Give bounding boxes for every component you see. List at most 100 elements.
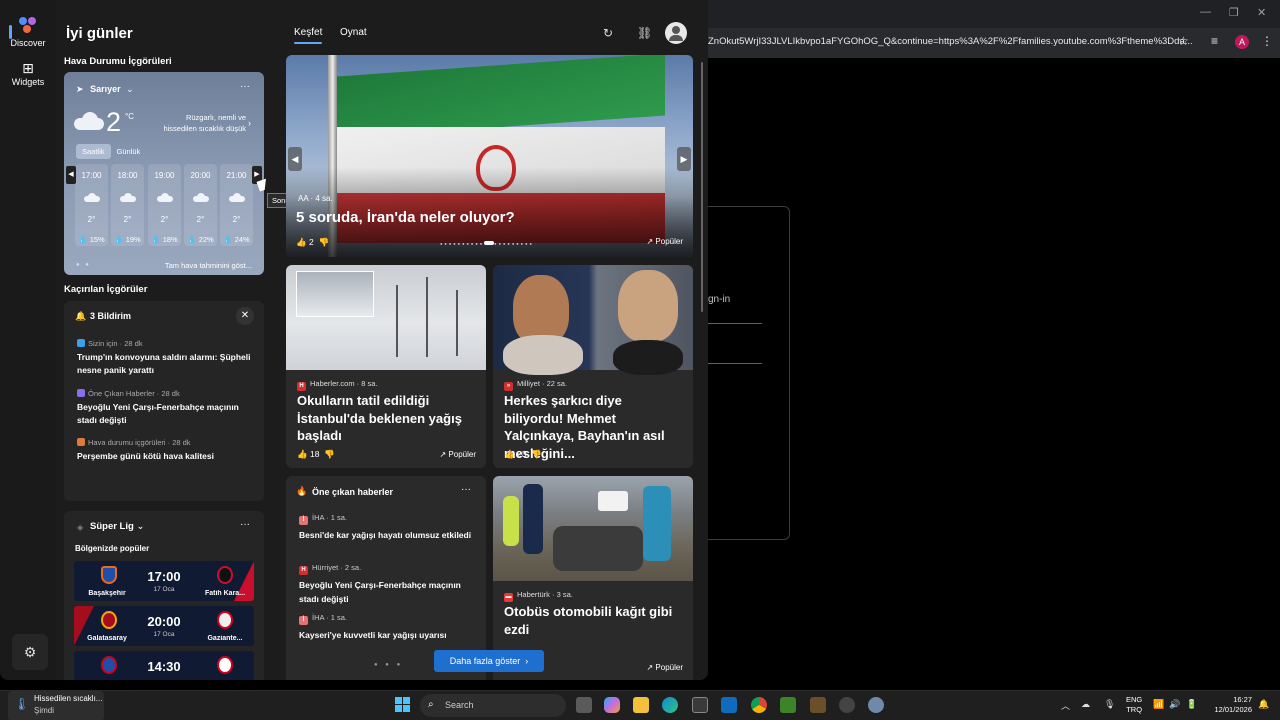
tray-chevron-icon[interactable]: ︿: [1061, 699, 1070, 712]
chevron-down-icon: ⌄: [126, 84, 134, 94]
link-icon[interactable]: ⛓: [637, 26, 652, 40]
notification-item[interactable]: Öne Çıkan Haberler · 28 dk Beyoğlu Yeni …: [77, 389, 257, 427]
refresh-icon[interactable]: ↻: [603, 26, 613, 40]
minecraft-icon[interactable]: [780, 697, 796, 713]
news-reactions[interactable]: 👍 18 👎: [297, 449, 335, 460]
league-title[interactable]: Süper Lig ⌄: [90, 521, 144, 532]
notifications-heading: 3 Bildirim: [90, 311, 132, 321]
profile-avatar[interactable]: A: [1235, 35, 1249, 49]
news-reactions[interactable]: 👍 23 👎: [504, 449, 542, 460]
show-more-button[interactable]: Daha fazla göster ›: [434, 650, 544, 672]
notification-title: Perşembe günü kötü hava kalitesi: [77, 451, 214, 461]
volume-icon[interactable]: 🔊: [1169, 699, 1180, 710]
wifi-icon[interactable]: 📶: [1153, 699, 1164, 710]
minimize-icon[interactable]: —: [1200, 6, 1211, 18]
hour-time: 18:00: [117, 171, 138, 180]
taskbar-search[interactable]: ⌕ Search: [420, 694, 566, 717]
trending-badge: ↗ Popüler: [439, 450, 476, 459]
reading-list-icon[interactable]: ≡: [1211, 34, 1218, 48]
notification-item[interactable]: Hava durumu içgörüleri · 28 dk Perşembe …: [77, 438, 257, 463]
tree: [456, 290, 458, 356]
edge-icon[interactable]: [662, 697, 678, 713]
source-icon: ▬: [504, 593, 513, 602]
input-language[interactable]: ENG TRQ: [1126, 695, 1142, 715]
top-news-item[interactable]: H Hürriyet · 2 sa. Beyoğlu Yeni Çarşı-Fen…: [299, 563, 479, 606]
weather-card[interactable]: ➤ Sarıyer ⌄ ··· 2 °C Rüzgarlı, nemli ve …: [64, 72, 264, 275]
top-news-item[interactable]: İ İHA · 1 sa. Besni'de kar yağışı hayatı …: [299, 513, 479, 542]
restore-icon[interactable]: ❐: [1229, 6, 1239, 19]
rail-widgets[interactable]: ⊞ Widgets: [0, 60, 56, 87]
top-news-item[interactable]: İ İHA · 1 sa. Kayseri'ye kuvvetli kar yağ…: [299, 613, 479, 642]
match-row[interactable]: Başakşehir 17:00 17 Oca Fatih Kara...: [74, 561, 254, 601]
tab-kesfet[interactable]: Keşfet: [294, 27, 323, 44]
weather-section-title: Hava Durumu İçgörüleri: [64, 56, 172, 67]
bookmark-star-icon[interactable]: ☆: [1178, 34, 1189, 48]
close-icon[interactable]: ✕: [236, 307, 254, 325]
address-url[interactable]: ZnOkut5WrjI33JLVLIkbvpo1aFYGOhOG_Q&conti…: [708, 36, 1193, 47]
weather-description[interactable]: Rüzgarlı, nemli ve hissedilen sıcaklık d…: [154, 112, 246, 134]
clock-date: 12/01/2026: [1214, 705, 1252, 714]
person: [523, 484, 543, 554]
hero-source: AA · 4 sa.: [298, 194, 333, 203]
news-title: Otobüs otomobili kağıt gibi ezdi: [504, 604, 673, 637]
team-crest-icon: [217, 656, 233, 674]
app-icon[interactable]: [839, 697, 855, 713]
chrome-icon[interactable]: [751, 697, 767, 713]
shirt: [503, 335, 583, 375]
browser-menu-icon[interactable]: ⋮: [1261, 34, 1273, 48]
hero-carousel[interactable]: ◀ ▶ AA · 4 sa. 5 soruda, İran'da neler o…: [286, 55, 693, 257]
start-windows-icon[interactable]: [395, 697, 411, 713]
carousel-next-button[interactable]: ▶: [677, 147, 691, 171]
toggle-hourly[interactable]: Saatlik: [76, 144, 111, 159]
settings-gear-icon[interactable]: ⚙: [12, 634, 48, 670]
hour-slot[interactable]: 18:00 2° 💧 19%: [111, 164, 144, 246]
notification-item[interactable]: Sizin için · 28 dk Trump'ın konvoyuna sa…: [77, 339, 257, 377]
carousel-prev-button[interactable]: ◀: [288, 147, 302, 171]
rail-discover[interactable]: Discover: [0, 17, 56, 48]
hour-slot[interactable]: 20:00 2° 💧 22%: [184, 164, 217, 246]
hour-slot[interactable]: 21:00 2° 💧 24%: [220, 164, 253, 246]
minecraft-launcher-icon[interactable]: [810, 697, 826, 713]
hour-slot[interactable]: 19:00 2° 💧 18%: [148, 164, 181, 246]
wreck: [553, 526, 643, 571]
thumbs-down-icon: 👎: [324, 449, 335, 459]
temperature-unit: °C: [125, 112, 134, 121]
hourly-prev-button[interactable]: ◀: [66, 166, 76, 184]
notification-icon[interactable]: 🔔: [1258, 699, 1269, 710]
more-options-icon[interactable]: ···: [240, 519, 250, 530]
notifications-card: 🔔 3 Bildirim ✕ Sizin için · 28 dk Trump'…: [64, 301, 264, 501]
battery-icon[interactable]: 🔋: [1186, 699, 1197, 710]
close-window-icon[interactable]: ✕: [1257, 6, 1266, 19]
settings-app-icon[interactable]: [868, 697, 884, 713]
hero-title[interactable]: 5 soruda, İran'da neler oluyor?: [296, 209, 515, 226]
news-card[interactable]: » Milliyet · 22 sa. Herkes şarkıcı diye b…: [493, 265, 693, 468]
toggle-daily[interactable]: Günlük: [111, 144, 147, 159]
taskbar-clock[interactable]: 16:27 12/01/2026: [1208, 695, 1252, 715]
more-options-icon[interactable]: ···: [240, 81, 250, 92]
match-row[interactable]: Galatasaray 20:00 17 Oca Gaziante...: [74, 606, 254, 646]
microphone-icon[interactable]: 🎙: [1104, 699, 1115, 710]
news-card[interactable]: H Haberler.com · 8 sa. Okulların tatil ed…: [286, 265, 486, 468]
taskbar-weather-widget[interactable]: 🌡 Hissedilen sıcaklı... Şimdi: [8, 691, 104, 720]
feed-scrollbar[interactable]: [701, 62, 703, 312]
user-avatar[interactable]: [665, 22, 687, 44]
match-row[interactable]: 14:30: [74, 651, 254, 680]
news-image: [286, 265, 486, 370]
ambulance: [598, 491, 628, 511]
file-explorer-icon[interactable]: [633, 697, 649, 713]
match-date: 17 Oca: [153, 631, 175, 638]
hour-slot[interactable]: 17:00 2° 💧 15%: [75, 164, 108, 246]
full-forecast-link[interactable]: Tam hava tahminini göst...: [165, 261, 252, 270]
chevron-right-icon[interactable]: ›: [248, 118, 251, 128]
hero-reactions[interactable]: 👍 2 👎: [296, 237, 329, 248]
hour-time: 19:00: [154, 171, 175, 180]
outlook-icon[interactable]: [721, 697, 737, 713]
location-selector[interactable]: ➤ Sarıyer ⌄: [76, 84, 134, 95]
onedrive-icon[interactable]: ☁: [1081, 699, 1090, 710]
more-options-icon[interactable]: ···: [461, 484, 471, 495]
league-icon: ◈: [77, 523, 84, 532]
task-view-icon[interactable]: [576, 697, 592, 713]
copilot-icon[interactable]: [604, 697, 620, 713]
store-icon[interactable]: [692, 697, 708, 713]
tab-oynat[interactable]: Oynat: [340, 27, 367, 38]
